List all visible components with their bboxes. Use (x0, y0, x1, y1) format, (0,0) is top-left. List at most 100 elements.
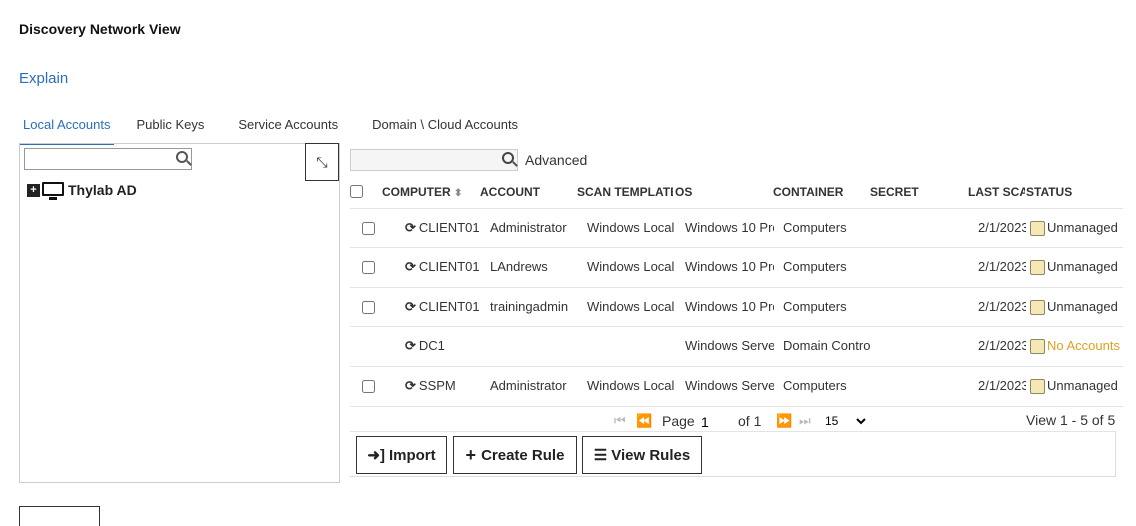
computer-cell[interactable]: ⟳ CLIENT01 (405, 299, 480, 315)
computer-name: CLIENT01 (418, 299, 480, 314)
last-scan-cell: 2/1/2023 (978, 378, 1026, 393)
page-title: Discovery Network View (19, 21, 181, 37)
tab-local-accounts[interactable]: Local Accounts (19, 116, 115, 145)
page-size-select[interactable]: 15 (821, 410, 869, 432)
os-cell: Windows Server (685, 338, 774, 353)
status-label: Unmanaged (1047, 220, 1118, 235)
status-cell: Unmanaged (1030, 220, 1122, 237)
back-button[interactable] (19, 506, 100, 526)
page-number-input[interactable] (699, 412, 735, 432)
column-header-os[interactable]: OS (675, 185, 692, 199)
page-count: of 1 (738, 413, 762, 429)
column-header-last-scan[interactable]: LAST SCAN (968, 185, 1025, 199)
collapse-button[interactable]: ⤡ (305, 143, 339, 181)
view-count: View 1 - 5 of 5 (1026, 412, 1116, 428)
explain-link[interactable]: Explain (19, 70, 68, 87)
refresh-icon: ⟳ (405, 378, 416, 393)
last-scan-cell: 2/1/2023 (978, 220, 1026, 235)
divider (350, 406, 1123, 407)
import-button[interactable]: ➜] Import (356, 436, 447, 474)
column-header-computer[interactable]: COMPUTER ⬍ (382, 185, 462, 199)
os-cell: Windows 10 Pro (685, 299, 774, 314)
computer-cell[interactable]: ⟳ DC1 (405, 338, 480, 354)
header-label: COMPUTER (382, 185, 451, 199)
list-icon: ☰ (593, 447, 608, 464)
tree-node-label: Thylab AD (68, 182, 137, 198)
column-header-scan-template[interactable]: SCAN TEMPLATE (577, 185, 673, 199)
status-cell: No Accounts (1030, 338, 1122, 355)
sort-icon: ⬍ (454, 188, 463, 199)
advanced-link[interactable]: Advanced (525, 152, 587, 168)
computer-name: CLIENT01 (418, 220, 480, 235)
grid-search-input[interactable] (353, 151, 497, 171)
last-page-icon[interactable]: ⏭ (799, 413, 811, 429)
account-cell: trainingadmin (490, 299, 569, 314)
divider (350, 326, 1123, 327)
os-cell: Windows 10 Pro (685, 220, 774, 235)
account-cell: LAndrews (490, 259, 548, 274)
refresh-icon: ⟳ (405, 220, 416, 235)
grid-search-box (350, 149, 518, 171)
tab-public-keys[interactable]: Public Keys (132, 116, 208, 143)
template-cell: Windows Local (587, 378, 675, 393)
view-rules-label: View Rules (611, 446, 691, 464)
plus-icon: + (465, 444, 477, 465)
container-cell: Computers (783, 299, 847, 314)
computer-cell[interactable]: ⟳ CLIENT01 (405, 259, 480, 275)
compress-icon: ⤡ (316, 153, 328, 170)
view-rules-button[interactable]: ☰ View Rules (582, 436, 702, 474)
prev-page-icon[interactable]: ⏪ (636, 413, 652, 429)
tab-domain-cloud-accounts[interactable]: Domain \ Cloud Accounts (368, 116, 522, 143)
tab-bar: Local Accounts Public Keys Service Accou… (19, 116, 540, 145)
os-cell: Windows Server (685, 378, 774, 393)
computer-cell[interactable]: ⟳ SSPM (405, 378, 480, 394)
divider (350, 287, 1123, 288)
tree-search-input[interactable] (27, 150, 171, 170)
first-page-icon[interactable]: ⏮ (614, 413, 626, 429)
expand-icon[interactable]: + (27, 183, 40, 197)
search-icon[interactable] (502, 152, 514, 164)
divider (350, 208, 1123, 209)
template-cell: Windows Local (587, 259, 675, 274)
status-label: No Accounts (1047, 338, 1120, 353)
column-header-status[interactable]: STATUS (1026, 185, 1072, 199)
column-header-account[interactable]: ACCOUNT (480, 185, 540, 199)
container-cell: Domain Controllers (783, 338, 871, 353)
container-cell: Computers (783, 220, 847, 235)
row-checkbox[interactable] (362, 261, 375, 274)
next-page-icon[interactable]: ⏩ (776, 413, 792, 429)
template-cell: Windows Local (587, 299, 675, 314)
refresh-icon: ⟳ (405, 338, 416, 353)
refresh-icon: ⟳ (405, 259, 416, 274)
last-scan-cell: 2/1/2023 (978, 259, 1026, 274)
status-cell: Unmanaged (1030, 378, 1122, 395)
last-scan-cell: 2/1/2023 (978, 299, 1026, 314)
create-rule-button[interactable]: + Create Rule (453, 436, 577, 474)
page-label: Page (662, 413, 695, 429)
computer-name: CLIENT01 (418, 259, 480, 274)
template-cell: Windows Local (587, 220, 675, 235)
container-cell: Computers (783, 378, 847, 393)
computer-icon (42, 181, 64, 200)
divider (350, 366, 1123, 367)
refresh-icon: ⟳ (405, 299, 416, 314)
column-header-secret[interactable]: SECRET (870, 185, 919, 199)
column-header-container[interactable]: CONTAINER (773, 185, 843, 199)
status-label: Unmanaged (1047, 259, 1118, 274)
tree-node-root[interactable]: + Thylab AD (27, 181, 137, 200)
status-icon (1030, 300, 1045, 316)
status-cell: Unmanaged (1030, 259, 1122, 276)
row-checkbox[interactable] (362, 222, 375, 235)
divider (350, 247, 1123, 248)
computer-cell[interactable]: ⟳ CLIENT01 (405, 220, 480, 236)
select-all-checkbox[interactable] (350, 185, 363, 198)
tab-service-accounts[interactable]: Service Accounts (234, 116, 342, 143)
row-checkbox[interactable] (362, 380, 375, 393)
status-cell: Unmanaged (1030, 299, 1122, 316)
status-icon (1030, 260, 1045, 276)
sign-in-icon: ➜] (367, 447, 385, 464)
account-cell: Administrator (490, 378, 567, 393)
row-checkbox[interactable] (362, 301, 375, 314)
computer-name: SSPM (418, 378, 456, 393)
search-icon[interactable] (176, 151, 188, 163)
